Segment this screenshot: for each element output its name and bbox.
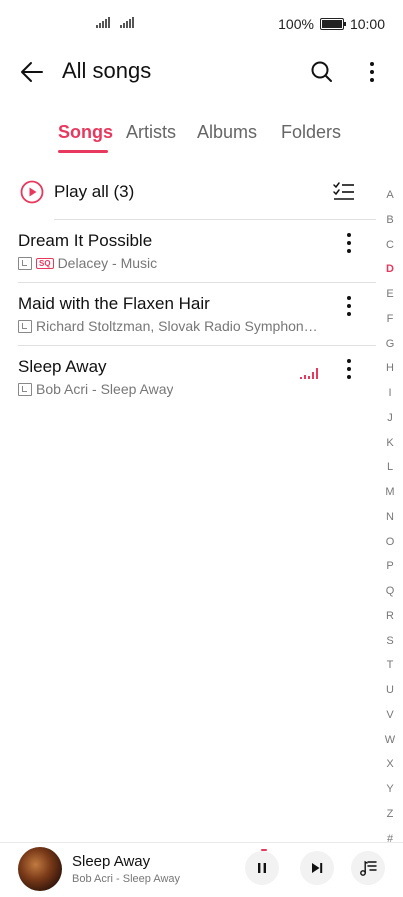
song-more-icon[interactable] xyxy=(337,357,361,383)
battery-icon xyxy=(319,18,346,30)
next-button[interactable] xyxy=(300,851,334,885)
index-letter[interactable]: E xyxy=(380,282,400,307)
tab-songs[interactable]: Songs xyxy=(58,122,113,143)
signal-icon xyxy=(96,16,110,28)
index-letter[interactable]: U xyxy=(380,678,400,703)
index-letter[interactable]: V xyxy=(380,703,400,728)
song-item[interactable]: Sleep Away Bob Acri - Sleep Away xyxy=(0,357,380,417)
tab-folders[interactable]: Folders xyxy=(281,122,341,143)
search-icon[interactable] xyxy=(308,58,336,86)
local-file-icon xyxy=(18,319,32,333)
local-file-icon xyxy=(18,256,32,270)
skip-next-icon xyxy=(312,863,323,873)
song-subtitle: Bob Acri - Sleep Away xyxy=(18,381,173,397)
sq-badge: SQ xyxy=(36,257,54,269)
index-letter[interactable]: G xyxy=(380,332,400,357)
song-more-icon[interactable] xyxy=(337,294,361,320)
now-playing-subtitle: Bob Acri - Sleep Away xyxy=(72,873,181,885)
tab-albums[interactable]: Albums xyxy=(197,122,257,143)
song-artist: Richard Stoltzman, Slovak Radio Symphon… xyxy=(36,318,318,334)
index-letter[interactable]: A xyxy=(380,183,400,208)
index-letter[interactable]: X xyxy=(380,752,400,777)
now-playing-bar[interactable]: Sleep Away Bob Acri - Sleep Away xyxy=(0,842,403,897)
song-title: Sleep Away xyxy=(18,357,107,376)
play-circle-icon[interactable] xyxy=(20,180,44,204)
index-letter[interactable]: T xyxy=(380,653,400,678)
play-all-row[interactable]: Play all (3) xyxy=(0,176,380,210)
divider xyxy=(18,345,376,346)
index-letter[interactable]: J xyxy=(380,406,400,431)
index-letter[interactable]: K xyxy=(380,431,400,456)
index-letter[interactable]: Z xyxy=(380,802,400,827)
index-letter[interactable]: F xyxy=(380,307,400,332)
index-letter[interactable]: L xyxy=(380,455,400,480)
playlist-icon xyxy=(360,860,377,876)
play-all-label[interactable]: Play all (3) xyxy=(54,182,134,202)
index-letter[interactable]: D xyxy=(380,257,400,282)
index-letter[interactable]: N xyxy=(380,505,400,530)
index-letter[interactable]: H xyxy=(380,356,400,381)
active-tab-indicator xyxy=(58,150,108,153)
tab-artists[interactable]: Artists xyxy=(126,122,176,143)
index-letter[interactable]: Q xyxy=(380,579,400,604)
index-letter[interactable]: M xyxy=(380,480,400,505)
index-letter[interactable]: S xyxy=(380,629,400,654)
divider xyxy=(54,219,376,220)
song-title: Maid with the Flaxen Hair xyxy=(18,294,210,313)
clock: 10:00 xyxy=(349,16,385,32)
back-arrow-icon[interactable] xyxy=(18,58,46,86)
status-right: 100% 10:00 xyxy=(278,16,385,32)
index-letter[interactable]: P xyxy=(380,554,400,579)
pause-button[interactable] xyxy=(245,851,279,885)
more-options-icon[interactable] xyxy=(360,58,384,86)
multi-select-icon[interactable] xyxy=(332,180,356,204)
index-letter[interactable]: W xyxy=(380,728,400,753)
now-playing-equalizer-icon xyxy=(300,367,320,379)
pause-icon xyxy=(258,863,266,873)
index-letter[interactable]: Y xyxy=(380,777,400,802)
signal-icon xyxy=(120,16,134,28)
song-title: Dream It Possible xyxy=(18,231,153,250)
alphabet-index[interactable]: A B C D E F G H I J K L M N O P Q R S T U V W X Y Z # xyxy=(380,183,400,851)
playlist-button[interactable] xyxy=(351,851,385,885)
song-artist: Delacey - Music xyxy=(57,255,158,271)
index-letter[interactable]: B xyxy=(380,208,400,233)
category-tabs: Songs Artists Albums Folders xyxy=(0,122,403,156)
index-letter[interactable]: O xyxy=(380,530,400,555)
page-title: All songs xyxy=(62,58,152,83)
index-letter[interactable]: C xyxy=(380,233,400,258)
local-file-icon xyxy=(18,382,32,396)
song-subtitle: Richard Stoltzman, Slovak Radio Symphon… xyxy=(18,318,318,334)
album-cover[interactable] xyxy=(18,847,62,891)
song-artist: Bob Acri - Sleep Away xyxy=(36,381,174,397)
index-letter[interactable]: R xyxy=(380,604,400,629)
now-playing-title: Sleep Away xyxy=(72,853,151,870)
song-subtitle: SQ Delacey - Music xyxy=(18,255,157,271)
song-more-icon[interactable] xyxy=(337,231,361,257)
divider xyxy=(18,282,376,283)
index-letter[interactable]: I xyxy=(380,381,400,406)
app-bar: All songs xyxy=(0,48,403,98)
battery-percent: 100% xyxy=(278,16,314,32)
status-bar: 100% 10:00 xyxy=(0,0,403,48)
